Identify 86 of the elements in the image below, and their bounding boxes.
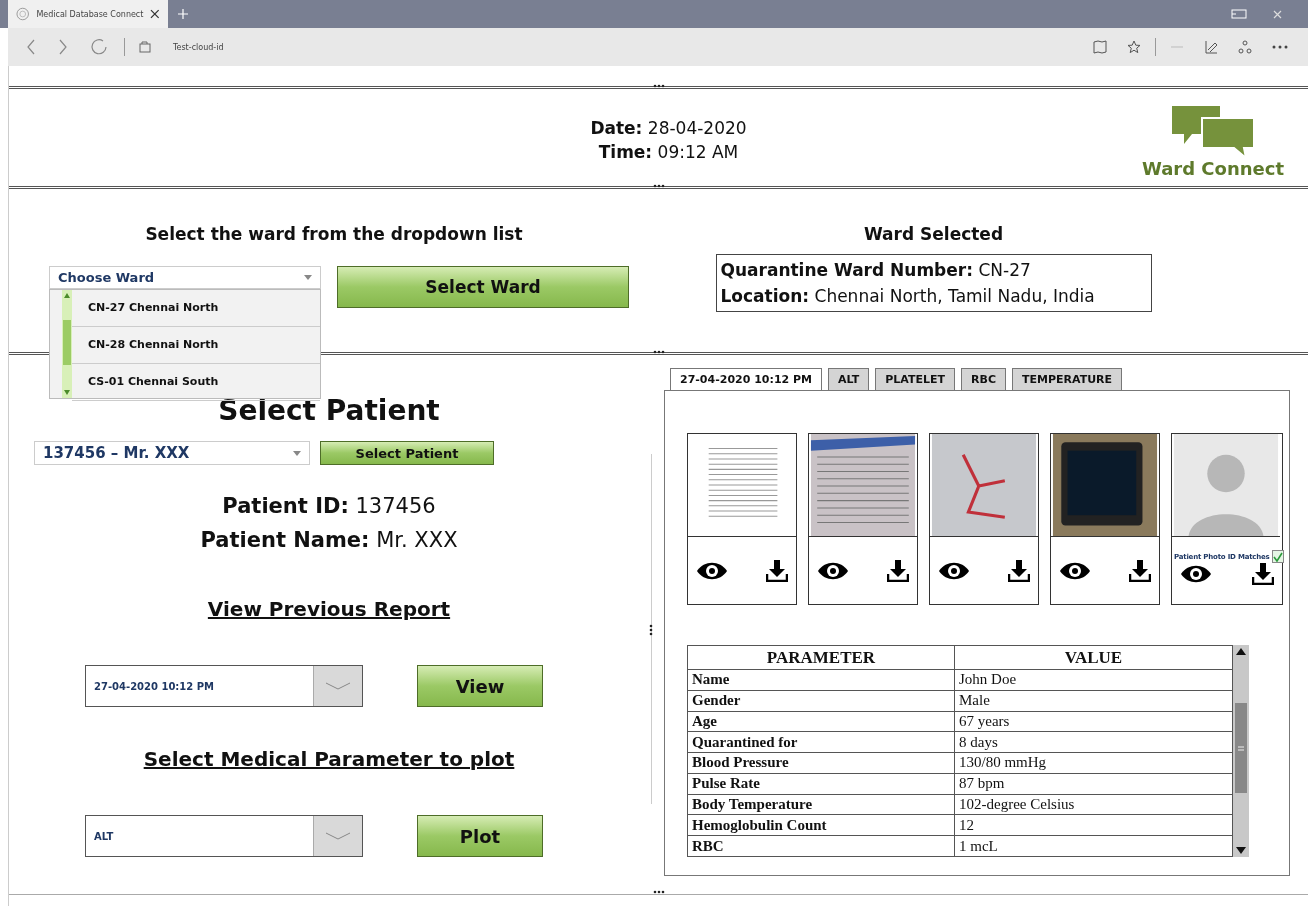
book-icon[interactable] [1093,40,1107,54]
pen-icon[interactable] [1204,40,1218,54]
tab-title: Medical Database Connect [36,9,144,19]
dropdown-arrow-icon [293,450,301,456]
logo-text: Ward Connect [1141,158,1284,179]
page-icon [139,41,151,53]
browser-tab[interactable]: Medical Database Connect [8,0,168,28]
table-cell: Male [954,690,1233,712]
checkmark-icon [1272,551,1283,562]
table-cell: Pulse Rate [687,773,955,795]
column-header: PARAMETER [687,645,955,670]
report-tab[interactable]: RBC [961,368,1006,390]
share-icon[interactable] [1238,40,1252,54]
view-button[interactable]: View [417,665,543,707]
dropdown-option[interactable]: CN-27 Chennai North [72,290,320,327]
table-cell: 1 mcL [954,835,1233,857]
scrollbar-drawing[interactable] [62,290,72,398]
eye-icon[interactable] [817,560,849,581]
parameter-select[interactable]: ALT [85,815,363,857]
report-tab[interactable]: TEMPERATURE [1012,368,1123,390]
dropdown-option[interactable]: CS-01 Chennai South [72,364,320,401]
back-icon[interactable] [26,39,36,55]
section-heading: Select the ward from the dropdown list [145,224,523,244]
table-cell: 130/80 mmHg [954,752,1233,774]
eye-icon[interactable] [1059,560,1091,581]
ward-info-text: Quarantine Ward Number: CN-27 [720,259,1032,282]
star-icon[interactable] [1127,40,1141,54]
close-icon[interactable] [150,9,160,19]
splitter-handle-icon[interactable] [653,890,665,894]
scrollbar-drawing[interactable] [1233,645,1249,857]
ward-info-text: Location: Chennai North, Tamil Nadu, India [720,285,1096,308]
patient-dropdown[interactable]: 137456 – Mr. XXX [34,441,310,465]
table-cell: Name [687,669,955,691]
download-icon[interactable] [887,559,909,582]
table-cell: 102-degree Celsius [954,794,1233,815]
table-cell: Hemoglobulin Count [687,814,955,836]
table-cell: Body Temperature [687,794,955,815]
date-text: Date: 28-04-2020 [590,118,747,138]
select-patient-button[interactable]: Select Patient [320,441,494,465]
forward-icon[interactable] [58,39,68,55]
table-cell: 67 years [954,711,1233,732]
download-icon[interactable] [1008,559,1030,582]
table-cell: Quarantined for [687,731,955,753]
report-tab[interactable]: PLATELET [875,368,956,390]
chevron-down-icon [325,831,351,841]
plus-icon[interactable] [178,9,188,19]
download-icon[interactable] [766,559,788,582]
window-icon[interactable] [1231,9,1247,19]
splitter-handle-icon[interactable] [649,624,653,636]
download-icon[interactable] [1252,563,1274,585]
chevron-down-icon [325,681,351,691]
refresh-icon[interactable] [90,38,108,56]
table-cell: 8 days [954,731,1233,753]
table-cell: RBC [687,835,955,857]
globe-icon [16,7,30,21]
more-icon[interactable] [1272,45,1288,49]
checkbox[interactable] [1271,550,1284,563]
download-icon[interactable] [1129,559,1151,582]
column-header: VALUE [954,645,1233,670]
date-select[interactable]: 27-04-2020 10:12 PM [85,665,363,707]
table-cell: Gender [687,690,955,712]
table-cell: 87 bpm [954,773,1233,795]
eye-icon[interactable] [938,560,970,581]
table-cell: John Doe [954,669,1233,691]
select-ward-button[interactable]: Select Ward [337,266,629,308]
splitter-handle-icon[interactable] [653,84,665,88]
plot-button[interactable]: Plot [417,815,543,857]
dropdown-option[interactable]: CN-28 Chennai North [72,327,320,364]
table-cell: Age [687,711,955,732]
section-heading: Select Medical Parameter to plot [143,747,515,771]
patient-info-text: Patient ID: 137456 [222,493,436,520]
table-cell: 12 [954,814,1233,836]
chat-bubbles-icon [1169,104,1256,158]
section-heading: Ward Selected [863,224,1004,244]
section-heading: View Previous Report [207,597,451,621]
address-text[interactable]: Test-cloud-id [173,42,224,52]
splitter-handle-icon[interactable] [653,184,665,188]
dropdown-arrow-icon [304,275,312,280]
patient-info-text: Patient Name: Mr. XXX [200,527,458,554]
time-text: Time: 09:12 AM [598,142,739,162]
eye-icon[interactable] [1180,564,1212,584]
report-tab[interactable]: ALT [828,368,870,390]
table-cell: Blood Pressure [687,752,955,774]
report-tab[interactable]: 27-04-2020 10:12 PM [670,368,823,390]
eye-icon[interactable] [696,560,728,581]
splitter-handle-icon[interactable] [653,350,665,354]
